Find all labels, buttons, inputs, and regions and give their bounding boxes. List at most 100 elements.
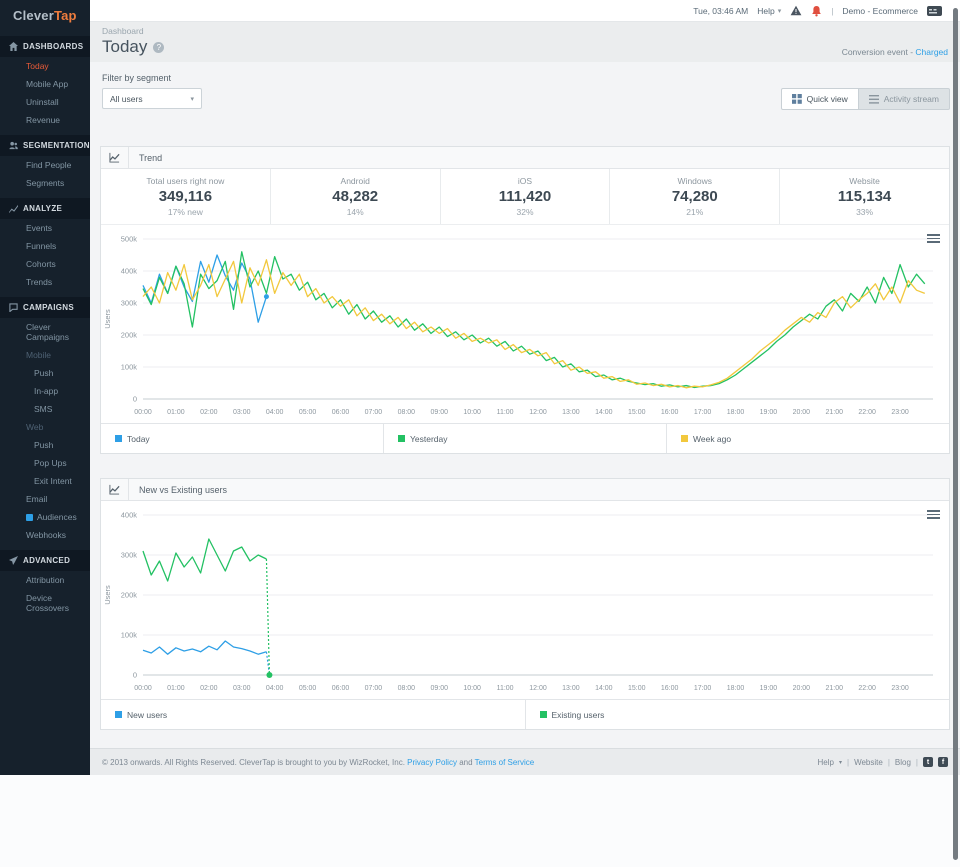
account-name[interactable]: Demo - Ecommerce — [842, 6, 918, 16]
stat-sub: 14% — [346, 207, 364, 217]
svg-text:12:00: 12:00 — [529, 409, 547, 416]
main-content: Filter by segment All users ▾ Quick view… — [90, 62, 960, 748]
svg-text:06:00: 06:00 — [332, 409, 350, 416]
sidebar-nav: DASHBOARDS Today Mobile App Uninstall Revenu… — [0, 36, 90, 617]
sidebar-item-trends[interactable]: Trends — [0, 273, 90, 291]
sidebar-item-revenue[interactable]: Revenue — [0, 111, 90, 129]
help-menu[interactable]: Help ▾ — [757, 6, 781, 16]
sidebar-section-advanced[interactable]: ADVANCED — [0, 550, 90, 571]
footer-blog-link[interactable]: Blog — [895, 758, 911, 767]
sidebar-item-segments[interactable]: Segments — [0, 174, 90, 192]
sidebar-section-label: DASHBOARDS — [23, 42, 84, 51]
chart-menu-icon[interactable] — [927, 232, 940, 245]
stat-label: iOS — [517, 176, 533, 186]
privacy-policy-link[interactable]: Privacy Policy — [407, 758, 457, 767]
chart-menu-icon[interactable] — [927, 508, 940, 521]
sidebar-item-label: Today — [26, 61, 49, 71]
alert-triangle-icon[interactable] — [790, 5, 802, 16]
stat-value: 74,280 — [671, 188, 718, 205]
svg-text:200k: 200k — [121, 331, 138, 340]
conversion-label: Conversion event - — [841, 47, 916, 57]
legend-new-users[interactable]: New users — [101, 700, 526, 729]
new-vs-existing-title: New vs Existing users — [139, 484, 228, 495]
sidebar-section-segmentation[interactable]: SEGMENTATION — [0, 135, 90, 156]
legend-swatch — [398, 435, 405, 442]
sidebar-item-find-people[interactable]: Find People — [0, 156, 90, 174]
sidebar-item-label: Cohorts — [26, 259, 56, 269]
terms-link[interactable]: Terms of Service — [475, 758, 535, 767]
stat-sub: 33% — [856, 207, 874, 217]
sidebar-item-attribution[interactable]: Attribution — [0, 571, 90, 589]
svg-text:200k: 200k — [121, 591, 138, 600]
quick-view-label: Quick view — [806, 94, 848, 104]
sidebar-item-push[interactable]: Push — [0, 436, 90, 454]
sidebar-item-cohorts[interactable]: Cohorts — [0, 255, 90, 273]
stat-windows: Windows 74,280 21% — [610, 169, 781, 224]
twitter-icon[interactable]: t — [923, 757, 933, 767]
notification-bell-icon[interactable] — [811, 5, 822, 17]
svg-text:13:00: 13:00 — [562, 685, 580, 692]
svg-text:16:00: 16:00 — [661, 685, 679, 692]
copyright: © 2013 onwards. All Rights Reserved. Cle… — [102, 758, 534, 767]
sidebar-item-push[interactable]: Push — [0, 364, 90, 382]
svg-text:0: 0 — [133, 671, 137, 680]
conversion-value-link[interactable]: Charged — [915, 47, 948, 57]
card-icon[interactable] — [927, 5, 942, 16]
sidebar-item-label: Mobile App — [26, 79, 69, 89]
datetime-label: Tue, 03:46 AM — [693, 5, 749, 16]
sidebar-item-in-app[interactable]: In-app — [0, 382, 90, 400]
sidebar-item-mobile-app[interactable]: Mobile App — [0, 75, 90, 93]
legend-today[interactable]: Today — [101, 424, 384, 453]
sidebar-item-label: Segments — [26, 178, 65, 188]
trend-icon — [9, 204, 18, 213]
legend-yesterday[interactable]: Yesterday — [384, 424, 667, 453]
conversion-event: Conversion event - Charged — [842, 47, 948, 57]
sidebar-item-events[interactable]: Events — [0, 219, 90, 237]
footer-help-link[interactable]: Help — [818, 758, 834, 767]
footer-right: Help ▾ | Website | Blog | t f — [818, 757, 948, 767]
sidebar-item-today[interactable]: Today — [0, 57, 90, 75]
facebook-icon[interactable]: f — [938, 757, 948, 767]
sidebar-item-uninstall[interactable]: Uninstall — [0, 93, 90, 111]
sidebar-item-funnels[interactable]: Funnels — [0, 237, 90, 255]
help-question-icon[interactable]: ? — [153, 41, 165, 53]
sidebar-section-dashboards[interactable]: DASHBOARDS — [0, 36, 90, 57]
sidebar-section-analyze[interactable]: ANALYZE — [0, 198, 90, 219]
activity-stream-button[interactable]: Activity stream — [858, 88, 950, 110]
home-icon — [9, 42, 18, 51]
new-vs-existing-chart: 0 100k 200k 300k 400k 00:00 01:00 02:00 03:00 04:… — [101, 501, 949, 699]
svg-text:21:00: 21:00 — [825, 409, 843, 416]
sidebar-item-pop-ups[interactable]: Pop Ups — [0, 454, 90, 472]
page-header: Dashboard Today ? Conversion event - Cha… — [90, 22, 960, 62]
svg-text:22:00: 22:00 — [858, 409, 876, 416]
segment-select[interactable]: All users ▾ — [102, 88, 202, 109]
and-word: and — [459, 757, 473, 767]
sidebar-item-label: Push — [34, 440, 54, 450]
sidebar-item-webhooks[interactable]: Webhooks — [0, 526, 90, 544]
sidebar-item-exit-intent[interactable]: Exit Intent — [0, 472, 90, 490]
sidebar-item-device-crossovers[interactable]: Device Crossovers — [0, 589, 90, 617]
sidebar-item-label: SMS — [34, 404, 53, 414]
sidebar-section-campaigns[interactable]: CAMPAIGNS — [0, 297, 90, 318]
legend-existing-users[interactable]: Existing users — [526, 700, 950, 729]
sidebar-section-label: CAMPAIGNS — [23, 303, 74, 312]
logo-text-tap: Tap — [53, 8, 77, 23]
sidebar-item-label: Uninstall — [26, 97, 59, 107]
svg-text:Users: Users — [103, 585, 112, 605]
stats-expand-icon[interactable]: › — [355, 190, 358, 201]
quick-view-button[interactable]: Quick view — [780, 88, 859, 110]
sidebar-item-audiences[interactable]: Audiences — [0, 508, 90, 526]
legend-label: Week ago — [693, 433, 732, 444]
footer-website-link[interactable]: Website — [854, 758, 883, 767]
svg-text:00:00: 00:00 — [134, 409, 152, 416]
sidebar-item-email[interactable]: Email — [0, 490, 90, 508]
svg-text:02:00: 02:00 — [200, 409, 218, 416]
clevertap-logo[interactable]: CleverTap — [0, 0, 90, 30]
divider: | — [831, 5, 834, 16]
sidebar-item-clever-campaigns[interactable]: Clever Campaigns — [0, 318, 90, 346]
trend-legend: Today Yesterday Week ago — [101, 423, 949, 453]
sidebar-item-sms[interactable]: SMS — [0, 400, 90, 418]
page-scrollbar[interactable] — [953, 8, 958, 860]
stat-sub: 17% new — [167, 207, 203, 217]
legend-week-ago[interactable]: Week ago — [667, 424, 949, 453]
